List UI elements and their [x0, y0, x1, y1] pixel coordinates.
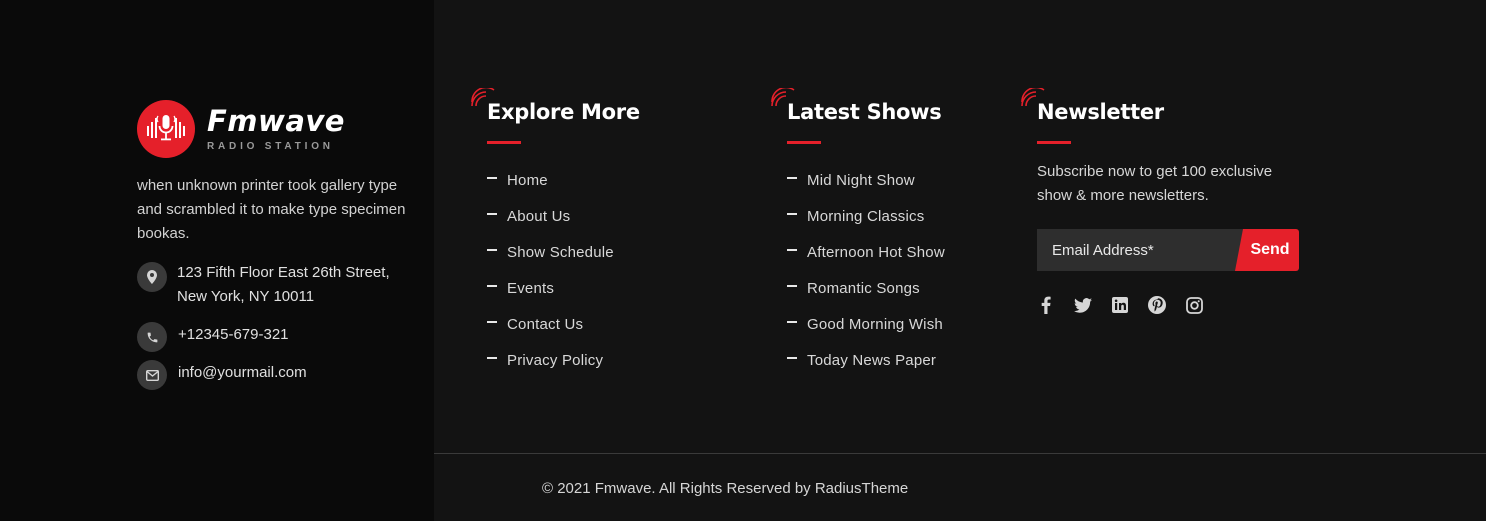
brand-tagline: RADIO STATION: [207, 140, 334, 152]
explore-link-home[interactable]: Home: [487, 163, 614, 199]
copyright-text: © 2021 Fmwave. All Rights Reserved by Ra…: [542, 480, 909, 497]
show-link-good-morning-wish[interactable]: Good Morning Wish: [787, 307, 945, 343]
footer-divider: [434, 453, 1486, 454]
newsletter-form: Send: [1037, 229, 1299, 271]
explore-link-about-us[interactable]: About Us: [487, 199, 614, 235]
explore-link-contact-us[interactable]: Contact Us: [487, 307, 614, 343]
phone-number: +12345-679-321: [178, 326, 289, 343]
explore-heading: Explore More: [487, 100, 640, 124]
heading-underline: [487, 141, 521, 144]
show-link-today-news-paper[interactable]: Today News Paper: [787, 343, 945, 379]
about-text: when unknown printer took gallery type a…: [137, 177, 406, 242]
contact-phone[interactable]: +12345-679-321: [137, 322, 289, 352]
explore-link-show-schedule[interactable]: Show Schedule: [487, 235, 614, 271]
pinterest-icon[interactable]: [1148, 296, 1166, 314]
brand-logo[interactable]: Fmwave RADIO STATION: [137, 100, 345, 158]
twitter-icon[interactable]: [1074, 296, 1092, 314]
explore-link-events[interactable]: Events: [487, 271, 614, 307]
contact-address: 123 Fifth Floor East 26th Street, New Yo…: [137, 261, 390, 309]
phone-icon: [137, 322, 167, 352]
instagram-icon[interactable]: [1185, 296, 1203, 314]
newsletter-heading: Newsletter: [1037, 100, 1164, 124]
brand-name: Fmwave: [207, 103, 345, 138]
facebook-icon[interactable]: [1037, 296, 1055, 314]
contact-email[interactable]: info@yourmail.com: [137, 360, 307, 390]
address-line-1: 123 Fifth Floor East 26th Street,: [177, 264, 390, 281]
shows-heading: Latest Shows: [787, 100, 942, 124]
explore-link-privacy-policy[interactable]: Privacy Policy: [487, 343, 614, 379]
location-pin-icon: [137, 262, 167, 292]
heading-underline: [1037, 141, 1071, 144]
microphone-logo-icon: [137, 100, 195, 158]
email-address: info@yourmail.com: [178, 364, 307, 381]
social-links: [1037, 296, 1203, 314]
show-link-morning-classics[interactable]: Morning Classics: [787, 199, 945, 235]
newsletter-description: Subscribe now to get 100 exclusive show …: [1037, 163, 1273, 204]
send-button[interactable]: Send: [1235, 229, 1299, 271]
linkedin-icon[interactable]: [1111, 296, 1129, 314]
envelope-icon: [137, 360, 167, 390]
address-line-2: New York, NY 10011: [177, 288, 315, 305]
heading-underline: [787, 141, 821, 144]
show-link-mid-night-show[interactable]: Mid Night Show: [787, 163, 945, 199]
email-input[interactable]: [1037, 229, 1243, 271]
show-link-afternoon-hot-show[interactable]: Afternoon Hot Show: [787, 235, 945, 271]
show-link-romantic-songs[interactable]: Romantic Songs: [787, 271, 945, 307]
